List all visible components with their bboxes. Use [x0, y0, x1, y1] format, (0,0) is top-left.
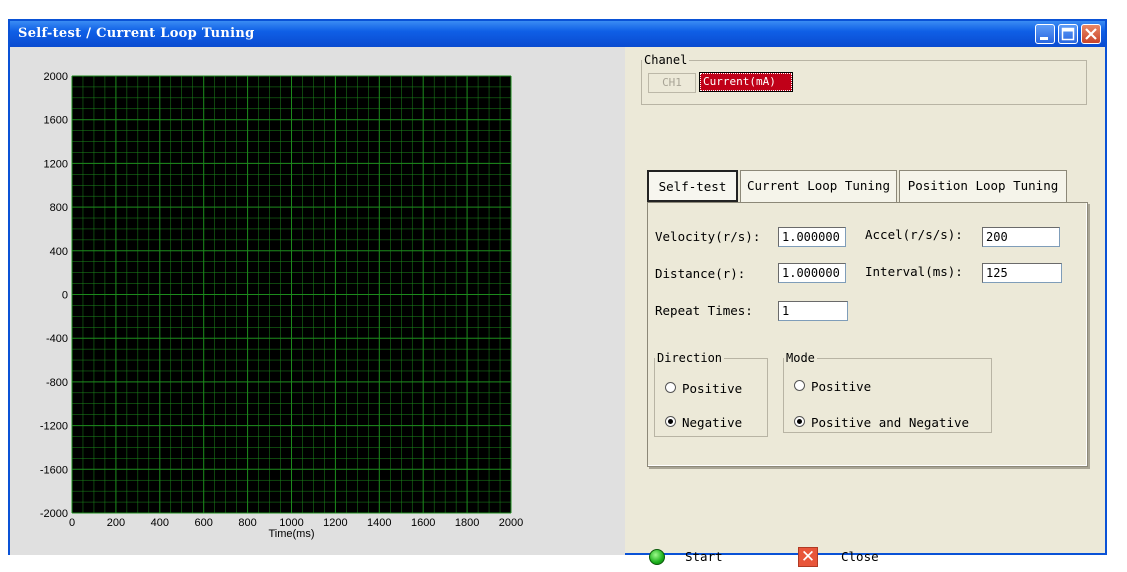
- mode-group: Mode Positive Positive and Negative: [783, 351, 992, 433]
- grid-lines: [71, 75, 512, 514]
- maximize-button[interactable]: [1058, 24, 1078, 44]
- x-tick-label: 0: [69, 517, 75, 529]
- x-tick-label: 1600: [411, 517, 435, 529]
- control-panel: Chanel CH1 Current(mA) Self-test Current…: [625, 47, 1105, 567]
- radio-selected-icon: [794, 416, 805, 427]
- direction-positive-radio[interactable]: Positive: [665, 381, 742, 396]
- channel-select[interactable]: Current(mA): [699, 72, 793, 92]
- plot-area: 0 200 400 600 800 1000 1200 1400 1600 1800 2000 200…: [10, 47, 625, 555]
- self-test-panel: Velocity(r/s): 1.000000 Accel(r/s/s): 20…: [647, 202, 1088, 467]
- y-tick-label: -800: [46, 377, 68, 389]
- tab-position-loop-tuning[interactable]: Position Loop Tuning: [899, 170, 1067, 202]
- chart: 0 200 400 600 800 1000 1200 1400 1600 1800 2000200…: [40, 71, 523, 540]
- channel-legend: Chanel: [644, 53, 688, 67]
- x-tick-label: 800: [238, 517, 256, 529]
- direction-legend: Direction: [657, 351, 723, 365]
- direction-negative-radio[interactable]: Negative: [665, 415, 742, 430]
- mode-positive-label: Positive: [811, 379, 872, 394]
- direction-positive-label: Positive: [682, 381, 743, 396]
- maximize-icon: [1061, 27, 1075, 41]
- radio-icon: [794, 380, 805, 391]
- distance-label: Distance(r):: [655, 266, 746, 281]
- y-tick-label: -1600: [40, 464, 68, 476]
- y-tick-label: 400: [50, 246, 68, 258]
- y-tick-label: 800: [50, 202, 68, 214]
- velocity-input[interactable]: 1.000000: [778, 227, 846, 247]
- repeat-times-input[interactable]: 1: [778, 301, 848, 321]
- ch1-button[interactable]: CH1: [648, 73, 696, 93]
- distance-input[interactable]: 1.000000: [778, 263, 846, 283]
- y-tick-label: -400: [46, 333, 68, 345]
- channel-group: Chanel CH1 Current(mA): [641, 53, 1087, 105]
- direction-negative-label: Negative: [682, 415, 743, 430]
- start-button[interactable]: Start: [685, 549, 723, 564]
- y-tick-label: 2000: [44, 71, 68, 83]
- direction-group: Direction Positive Negative: [654, 351, 768, 437]
- mode-positive-radio[interactable]: Positive: [794, 379, 871, 394]
- accel-input[interactable]: 200: [982, 227, 1060, 247]
- minimize-icon: [1040, 37, 1048, 40]
- mode-both-radio[interactable]: Positive and Negative: [794, 415, 969, 430]
- radio-icon: [665, 382, 676, 393]
- x-tick-label: 1800: [455, 517, 479, 529]
- x-tick-label: 600: [195, 517, 213, 529]
- y-tick-label: 1600: [44, 115, 68, 127]
- radio-selected-icon: [665, 416, 676, 427]
- x-tick-label: 2000: [499, 517, 523, 529]
- tab-self-test[interactable]: Self-test: [647, 170, 738, 202]
- x-tick-label: 200: [107, 517, 125, 529]
- mode-both-label: Positive and Negative: [811, 415, 970, 430]
- title-bar[interactable]: Self-test / Current Loop Tuning: [10, 21, 1105, 47]
- tab-current-loop-tuning[interactable]: Current Loop Tuning: [740, 170, 897, 202]
- close-button[interactable]: Close: [841, 549, 879, 564]
- interval-input[interactable]: 125: [982, 263, 1062, 283]
- app-window: Self-test / Current Loop Tuning 0 200 400 6…: [8, 19, 1107, 567]
- x-axis-label: Time(ms): [268, 528, 314, 540]
- close-icon[interactable]: ✕: [798, 547, 818, 567]
- close-window-button[interactable]: [1081, 24, 1101, 44]
- mode-legend: Mode: [786, 351, 815, 365]
- y-tick-label: -2000: [40, 508, 68, 520]
- velocity-label: Velocity(r/s):: [655, 229, 761, 244]
- start-icon[interactable]: [649, 549, 665, 565]
- close-icon: [1085, 28, 1097, 40]
- x-tick-label: 1400: [367, 517, 391, 529]
- window-title: Self-test / Current Loop Tuning: [18, 26, 255, 41]
- y-tick-label: 1200: [44, 158, 68, 170]
- x-tick-label: 400: [151, 517, 169, 529]
- x-tick-label: 1200: [323, 517, 347, 529]
- repeat-times-label: Repeat Times:: [655, 303, 753, 318]
- minimize-button[interactable]: [1035, 24, 1055, 44]
- accel-label: Accel(r/s/s):: [865, 227, 963, 242]
- y-tick-label: -1200: [40, 421, 68, 433]
- interval-label: Interval(ms):: [865, 264, 963, 279]
- y-tick-label: 0: [62, 290, 68, 302]
